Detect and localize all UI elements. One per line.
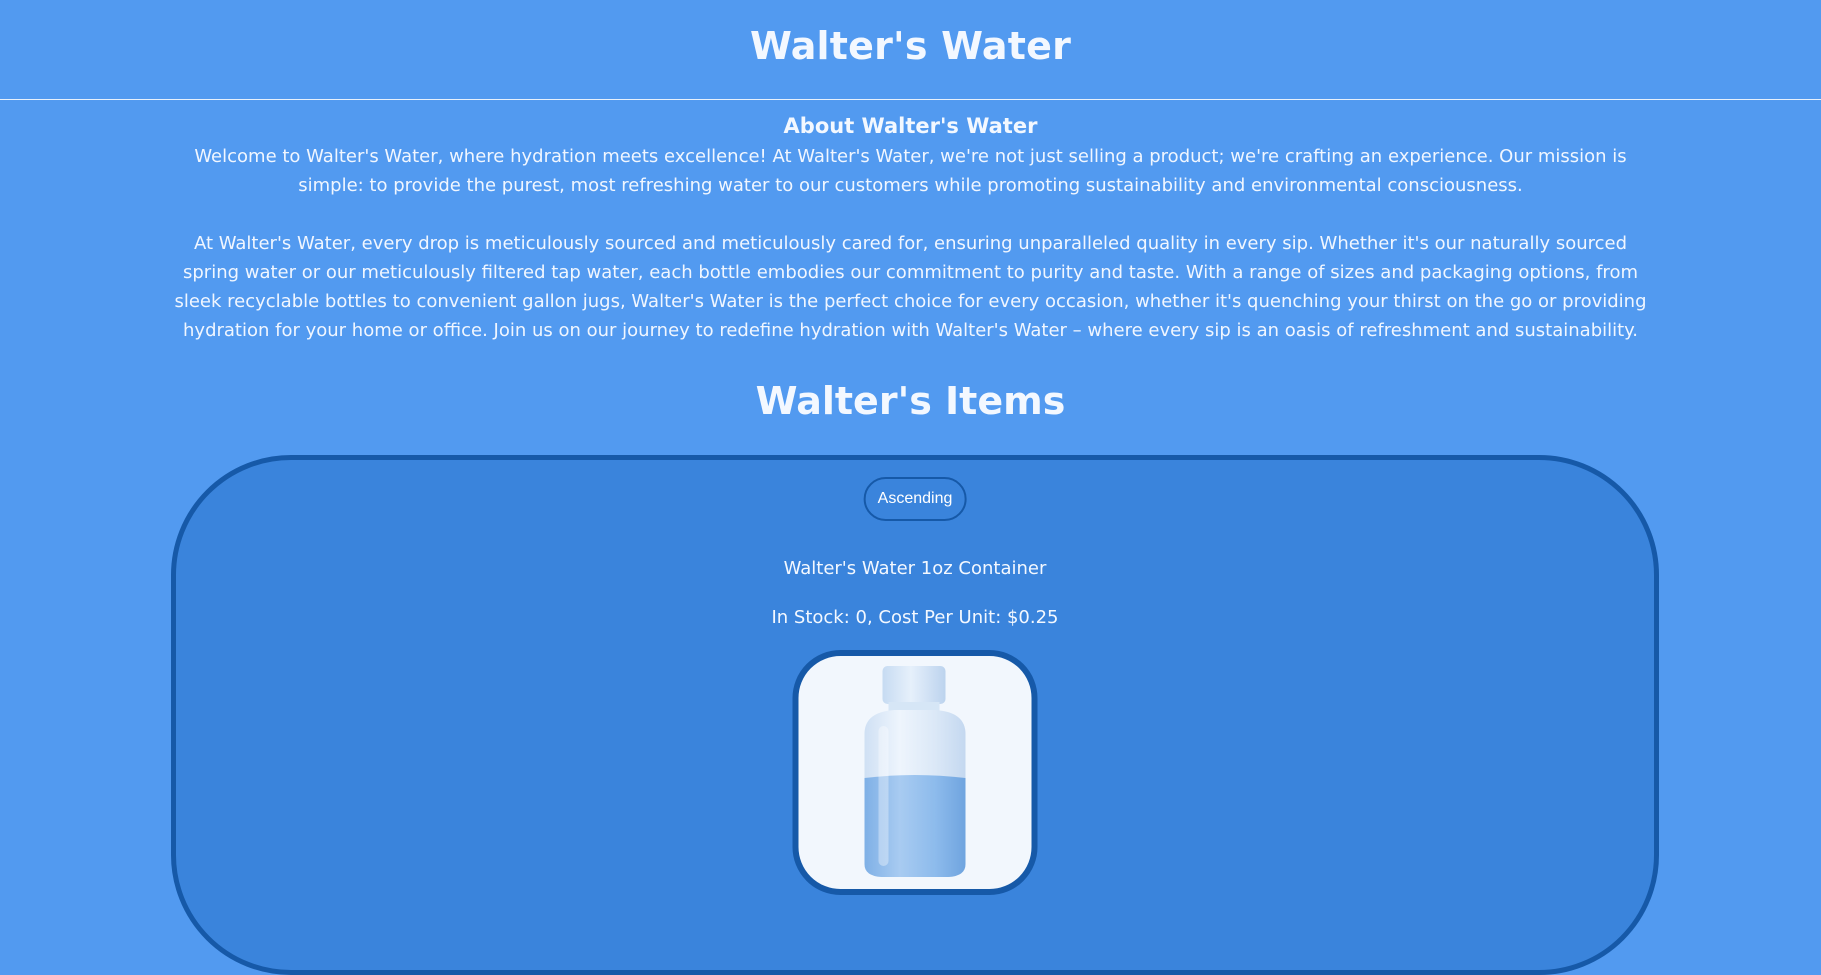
item-image-frame[interactable] bbox=[792, 650, 1038, 895]
about-paragraph-2: At Walter's Water, every drop is meticul… bbox=[174, 233, 1647, 341]
items-title: Walter's Items bbox=[755, 379, 1066, 423]
item-stock-cost: In Stock: 0, Cost Per Unit: $0.25 bbox=[771, 607, 1059, 628]
about-title: About Walter's Water bbox=[783, 114, 1038, 138]
sort-ascending-button[interactable]: Ascending bbox=[863, 477, 967, 521]
about-section: About Walter's Water Welcome to Walter's… bbox=[0, 114, 1821, 345]
site-title: Walter's Water bbox=[749, 24, 1072, 68]
site-header: Walter's Water bbox=[0, 0, 1821, 100]
item-name: Walter's Water 1oz Container bbox=[783, 558, 1047, 579]
items-panel: Ascending Walter's Water 1oz Container I… bbox=[171, 455, 1659, 975]
about-paragraph-1: Welcome to Walter's Water, where hydrati… bbox=[194, 146, 1627, 196]
water-bottle-image bbox=[864, 666, 966, 877]
